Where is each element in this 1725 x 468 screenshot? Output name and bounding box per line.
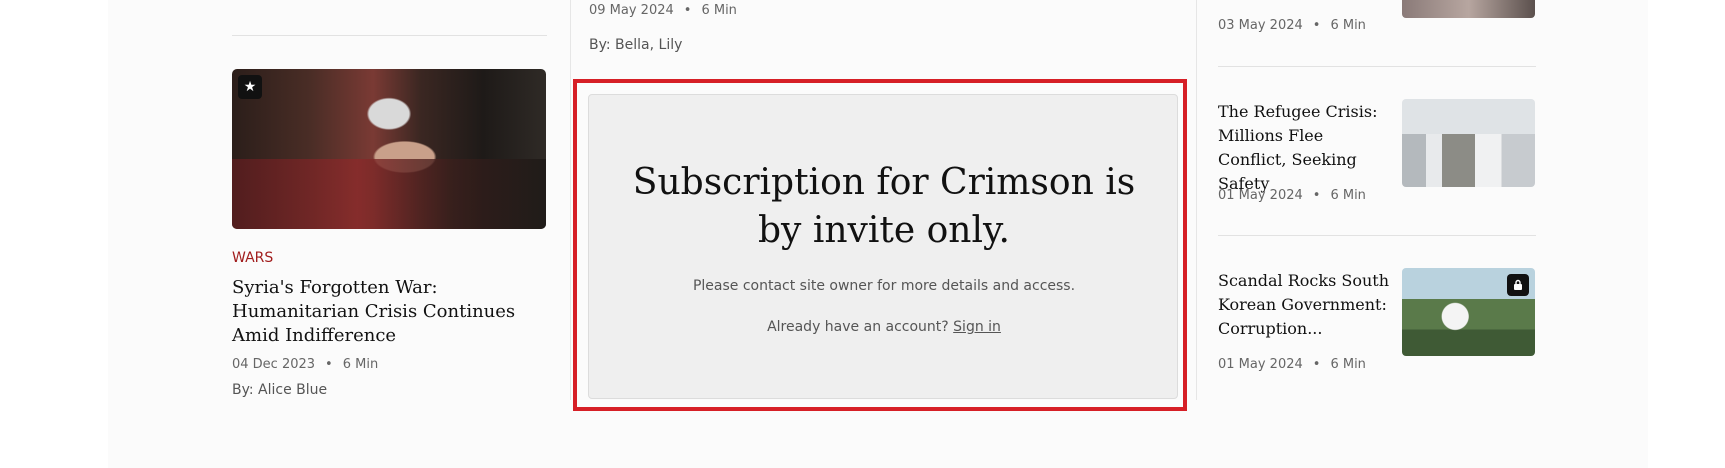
article-title-korea[interactable]: Scandal Rocks South Korean Government: C…	[1218, 269, 1394, 341]
read-time: 6 Min	[1330, 18, 1366, 33]
article-date: 03 May 2024	[1218, 18, 1303, 33]
read-time: 6 Min	[1330, 188, 1366, 203]
meta-separator: •	[683, 3, 692, 18]
center-left-rule	[570, 0, 571, 400]
article-title[interactable]: Syria's Forgotten War: Humanitarian Cris…	[232, 276, 532, 348]
article-meta: 01 May 2024 • 6 Min	[1218, 357, 1366, 372]
meta-separator: •	[1312, 357, 1321, 372]
article-meta: 04 Dec 2023 • 6 Min	[232, 357, 378, 372]
center-right-rule	[1196, 0, 1197, 400]
right-divider	[1218, 66, 1536, 67]
image-crowd-overlay	[232, 159, 546, 229]
article-title-refugee[interactable]: The Refugee Crisis: Millions Flee Confli…	[1218, 100, 1394, 196]
paywall-title: Subscription for Crimson is by invite on…	[632, 162, 1136, 251]
article-thumbnail[interactable]	[1402, 0, 1535, 18]
meta-separator: •	[1312, 188, 1321, 203]
paywall-message: Please contact site owner for more detai…	[692, 278, 1076, 294]
article-date: 09 May 2024	[589, 3, 674, 18]
article-meta: 01 May 2024 • 6 Min	[1218, 188, 1366, 203]
article-thumbnail-refugee[interactable]	[1402, 99, 1535, 187]
subscription-paywall: Subscription for Crimson is by invite on…	[588, 94, 1178, 399]
left-divider	[232, 35, 547, 36]
article-thumbnail-korea[interactable]	[1402, 268, 1535, 356]
article-image-syria[interactable]: ★	[232, 69, 546, 229]
meta-separator: •	[325, 357, 333, 372]
category-label[interactable]: WARS	[232, 250, 273, 266]
lock-icon	[1507, 274, 1529, 296]
article-meta: 03 May 2024 • 6 Min	[1218, 18, 1366, 33]
read-time: 6 Min	[342, 357, 379, 372]
read-time: 6 Min	[701, 3, 737, 18]
account-prompt-text: Already have an account?	[767, 319, 949, 335]
center-article-meta: 09 May 2024 • 6 Min	[589, 3, 737, 18]
article-byline: By: Alice Blue	[232, 382, 328, 398]
star-icon: ★	[238, 75, 262, 99]
article-date: 01 May 2024	[1218, 357, 1303, 372]
article-date: 01 May 2024	[1218, 188, 1303, 203]
center-article-byline: By: Bella, Lily	[589, 37, 683, 53]
article-date: 04 Dec 2023	[232, 357, 316, 372]
right-divider	[1218, 235, 1536, 236]
meta-separator: •	[1312, 18, 1321, 33]
sign-in-link[interactable]: Sign in	[953, 319, 1001, 335]
account-prompt: Already have an account? Sign in	[589, 319, 1179, 335]
read-time: 6 Min	[1330, 357, 1366, 372]
